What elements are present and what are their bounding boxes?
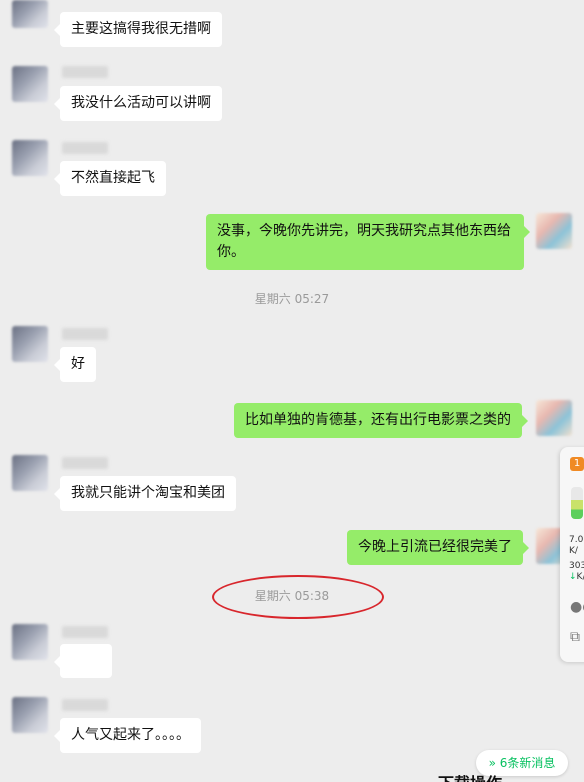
message-bubble[interactable]: 今晚上引流已经很完美了 <box>347 530 529 565</box>
avatar[interactable] <box>536 400 572 436</box>
avatar[interactable] <box>12 697 48 733</box>
new-messages-label: 6条新消息 <box>499 756 556 770</box>
message-bubble[interactable]: 我就只能讲个淘宝和美团 <box>54 476 236 511</box>
message-bubble[interactable]: 主要这搞得我很无措啊 <box>54 12 222 47</box>
avatar[interactable] <box>12 455 48 491</box>
double-chevron-down-icon: » <box>488 756 496 770</box>
sender-name-blurred <box>62 457 108 469</box>
upload-speed: 7.0 K/ <box>569 535 584 556</box>
notification-badge[interactable]: 1 <box>570 457 584 471</box>
level-meter <box>571 487 583 519</box>
message-bubble[interactable]: 好 <box>54 347 96 382</box>
message-text-line: 你。 <box>217 244 245 260</box>
image-message[interactable] <box>54 644 112 678</box>
download-speed: 303 ↓K/ <box>569 561 584 582</box>
sender-name-blurred <box>62 626 108 638</box>
floating-side-panel[interactable]: 1 7.0K/ 303 ↓K/ ●● ⧉ <box>560 447 584 662</box>
chat-icon[interactable]: ●● <box>570 599 584 615</box>
down-arrow-icon: ↓ <box>569 572 577 582</box>
avatar[interactable] <box>12 140 48 176</box>
message-bubble[interactable]: 不然直接起飞 <box>54 161 166 196</box>
sender-name-blurred <box>62 66 108 78</box>
avatar[interactable] <box>536 213 572 249</box>
sender-name-blurred <box>62 142 108 154</box>
timestamp: 星期六 05:27 <box>254 292 330 306</box>
avatar[interactable] <box>12 326 48 362</box>
partial-bottom-text: 下载操作 <box>438 770 502 782</box>
message-bubble[interactable]: 我没什么活动可以讲啊 <box>54 86 222 121</box>
annotation-circle <box>212 575 384 619</box>
message-text-line: 没事，今晚你先讲完，明天我研究点其他东西给 <box>217 223 511 239</box>
sender-name-blurred <box>62 699 108 711</box>
sender-name-blurred <box>62 328 108 340</box>
screenshot-icon[interactable]: ⧉ <box>570 629 580 645</box>
message-bubble[interactable]: 没事，今晚你先讲完，明天我研究点其他东西给 你。 <box>206 214 530 270</box>
message-bubble[interactable]: 人气又起来了。。。。 <box>54 718 201 753</box>
avatar[interactable] <box>12 0 48 28</box>
message-bubble[interactable]: 比如单独的肯德基，还有出行电影票之类的 <box>234 403 528 438</box>
avatar[interactable] <box>12 66 48 102</box>
avatar[interactable] <box>12 624 48 660</box>
